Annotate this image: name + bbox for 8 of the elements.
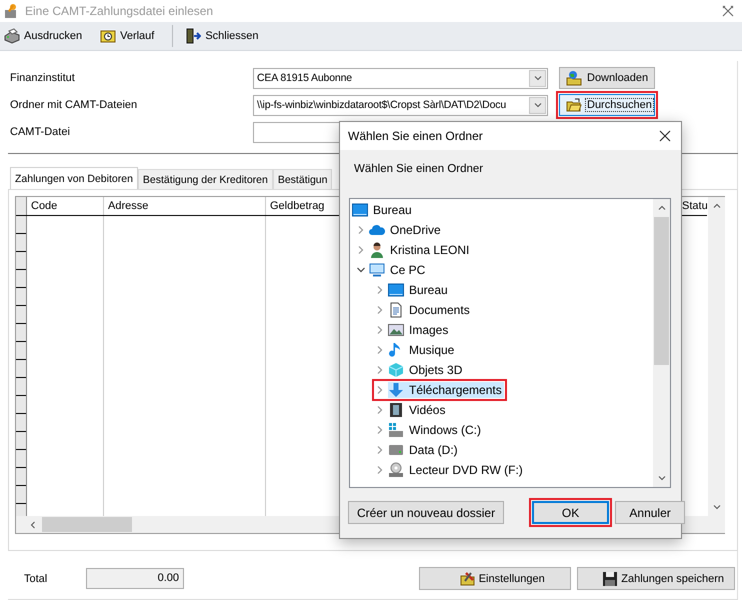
- window-title: Eine CAMT-Zahlungsdatei einlesen: [25, 4, 214, 18]
- field-label: Ordner mit CAMT-Dateien: [10, 99, 138, 111]
- total-field: 0.00: [86, 568, 184, 589]
- field-label: Finanzinstitut: [10, 72, 76, 84]
- field-label: CAMT-Datei: [10, 126, 71, 138]
- total-label: Total: [23, 572, 48, 584]
- dialog-title: Wählen Sie einen Ordner: [348, 129, 483, 143]
- dialog-prompt: Wählen Sie einen Ordner: [354, 163, 484, 175]
